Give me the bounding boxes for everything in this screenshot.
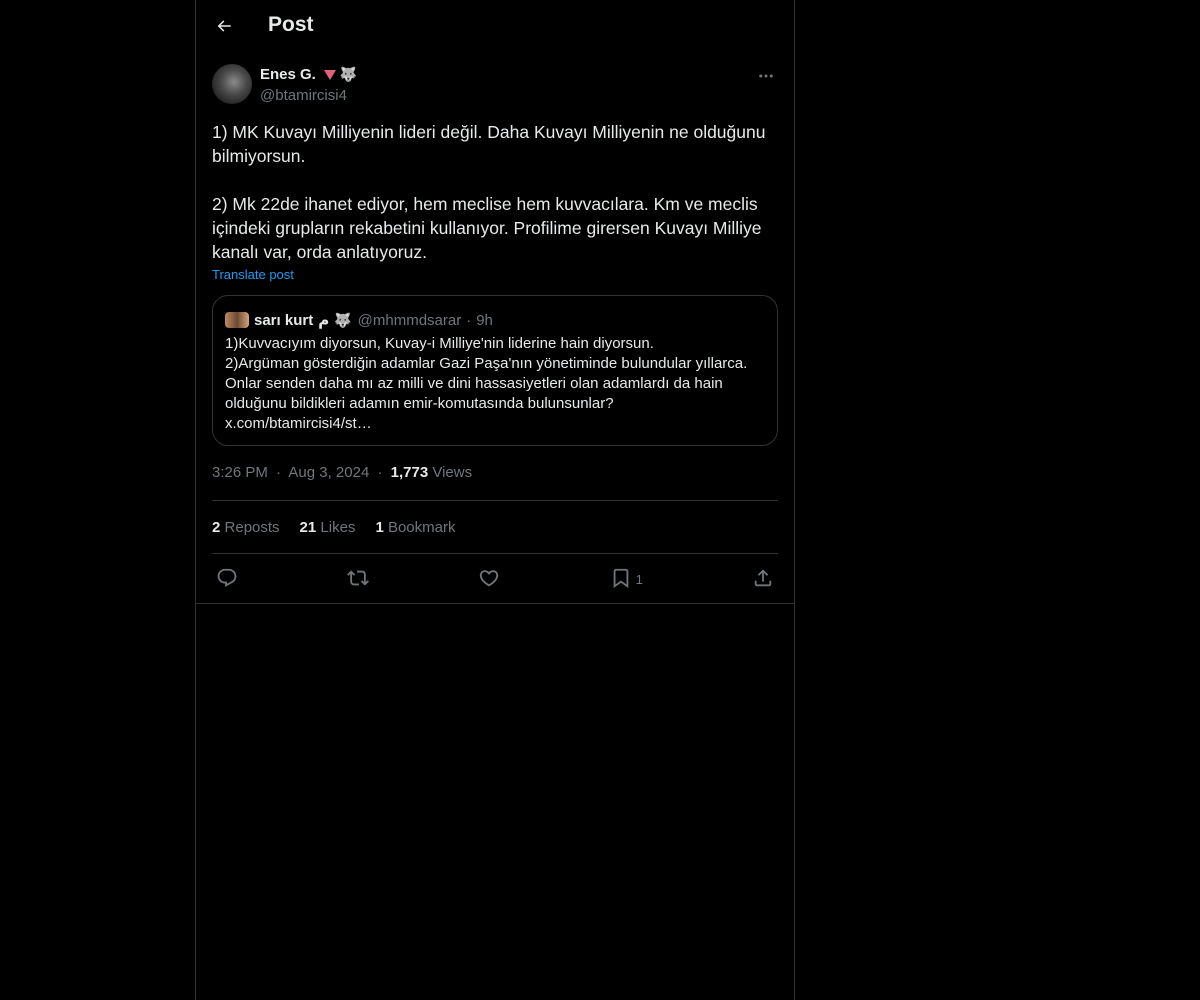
quoted-post[interactable]: sarı kurt م 🐺 @mhmmdsarar · 9h 1)Kuvvacı… <box>212 295 778 446</box>
quote-separator: · <box>466 311 472 329</box>
meta-separator: · <box>276 464 282 481</box>
bookmarks-stat[interactable]: 1 Bookmark <box>375 519 455 536</box>
more-icon <box>759 74 773 78</box>
post-time[interactable]: 3:26 PM <box>212 464 268 481</box>
post-meta: 3:26 PM · Aug 3, 2024 · 1,773 Views <box>212 464 778 484</box>
page-title: Post <box>268 13 314 36</box>
quote-header: sarı kurt م 🐺 @mhmmdsarar · 9h <box>225 308 765 332</box>
translate-post-link[interactable]: Translate post <box>212 267 294 282</box>
like-icon <box>480 570 499 587</box>
bookmarks-count: 1 <box>375 518 384 536</box>
likes-label: Likes <box>320 518 356 536</box>
author-name-row[interactable]: Enes G. 🐺 <box>260 66 357 83</box>
quote-author-glyph: م <box>318 312 330 329</box>
post-date[interactable]: Aug 3, 2024 <box>288 464 369 481</box>
bookmark-icon <box>613 568 628 589</box>
views-count: 1,773 <box>390 464 429 481</box>
page-header: Post <box>196 0 794 53</box>
meta-separator: · <box>377 464 383 481</box>
share-button[interactable] <box>752 567 774 589</box>
repost-button[interactable] <box>347 567 370 589</box>
reposts-stat[interactable]: 2 Reposts <box>212 519 280 536</box>
wolf-emoji: 🐺 <box>339 66 358 82</box>
quote-text: 1)Kuvvacıyım diyorsun, Kuvay-i Milliye'n… <box>225 335 748 432</box>
post-text: 1) MK Kuvayı Milliyenin lideri değil. Da… <box>212 122 766 262</box>
likes-count: 21 <box>299 518 317 536</box>
likes-stat[interactable]: 21 Likes <box>300 519 356 536</box>
back-button[interactable] <box>206 8 242 44</box>
action-bar: 1 <box>212 554 778 602</box>
reply-button[interactable] <box>216 567 238 589</box>
views-label: Views <box>432 464 473 481</box>
reply-icon <box>217 568 237 587</box>
bottom-divider <box>196 603 794 604</box>
quote-author-handle: @mhmmdsarar <box>357 311 462 329</box>
author-name[interactable]: Enes G. <box>260 66 316 83</box>
reposts-label: Reposts <box>224 518 280 536</box>
repost-icon <box>347 570 370 586</box>
reposts-count: 2 <box>212 518 221 536</box>
avatar[interactable] <box>212 64 252 104</box>
more-button[interactable] <box>754 64 778 88</box>
main-column: Post Enes G. 🐺 @btamircisi4 1) MK Kuvayı… <box>195 0 795 1000</box>
bookmarks-label: Bookmark <box>387 518 456 536</box>
red-triangle-icon <box>323 69 336 80</box>
quote-time: 9h <box>476 311 493 329</box>
author-handle[interactable]: @btamircisi4 <box>260 87 347 104</box>
back-arrow-icon <box>217 20 231 32</box>
like-button[interactable] <box>478 567 500 589</box>
post-stats: 2 Reposts 21 Likes 1 Bookmark <box>212 501 778 553</box>
quote-author-name: sarı kurt <box>254 311 314 329</box>
quote-avatar <box>225 312 249 328</box>
author-row: Enes G. 🐺 @btamircisi4 <box>212 64 778 108</box>
bookmark-count: 1 <box>635 572 643 587</box>
bookmark-button[interactable]: 1 <box>610 567 643 589</box>
share-icon <box>754 569 772 587</box>
post: Enes G. 🐺 @btamircisi4 1) MK Kuvayı Mill… <box>212 64 778 602</box>
quote-wolf-emoji: 🐺 <box>334 311 352 328</box>
